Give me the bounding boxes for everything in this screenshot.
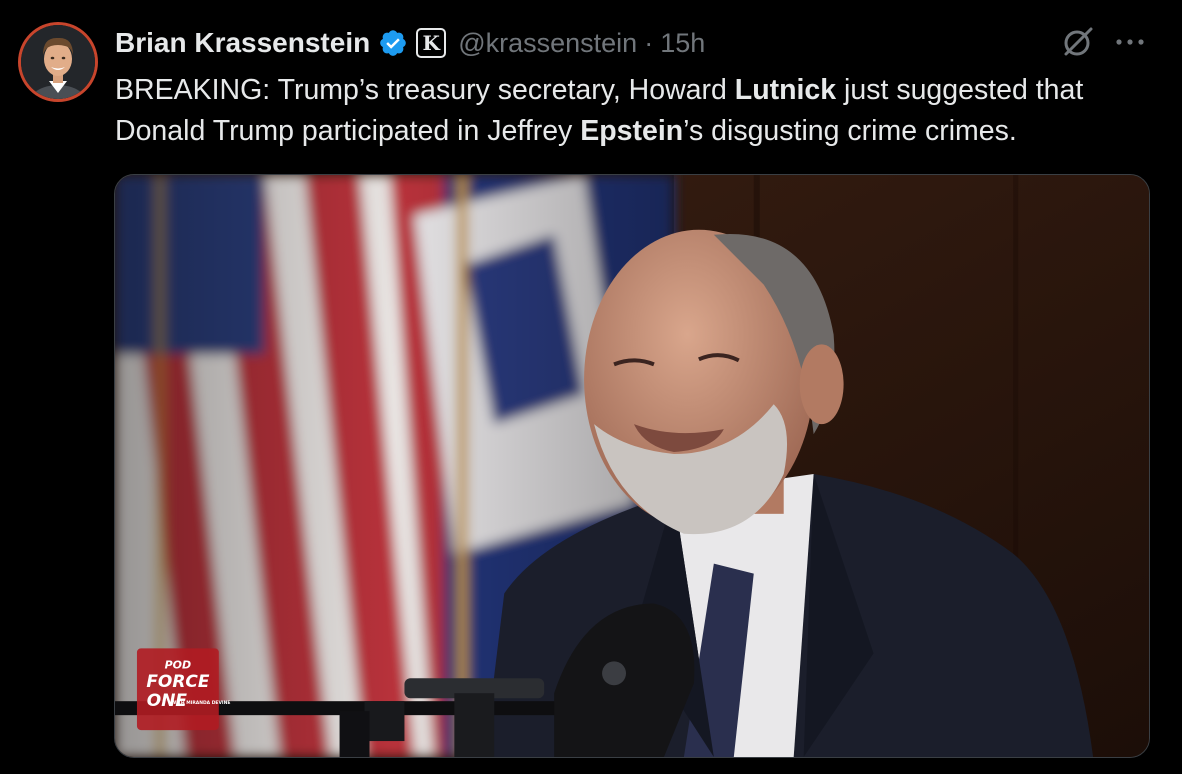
tweet[interactable]: Brian Krassenstein K @krassenstein · 15h…	[0, 0, 1182, 774]
more-options-icon[interactable]	[1112, 26, 1148, 58]
tweet-text-part: ’s disgusting crime crimes.	[683, 115, 1017, 147]
avatar-image	[21, 25, 95, 99]
tweet-text-part-bold[interactable]: Epstein	[580, 115, 683, 147]
watermark-line3: ONE	[147, 690, 188, 710]
video-player[interactable]: POD FORCE ONE WITH MIRANDA DEVINE	[114, 174, 1150, 758]
watermark-line1: POD	[165, 658, 191, 671]
tweet-text-part-bold[interactable]: Lutnick	[735, 74, 836, 106]
grok-icon[interactable]	[1060, 24, 1096, 60]
affiliate-badge-icon[interactable]: K	[416, 28, 447, 58]
timestamp[interactable]: 15h	[660, 28, 705, 59]
watermark-small: WITH MIRANDA DEVINE	[171, 700, 230, 706]
handle[interactable]: @krassenstein	[458, 28, 637, 59]
avatar[interactable]	[18, 22, 98, 102]
separator-dot: ·	[644, 27, 654, 58]
tweet-text: BREAKING: Trump’s treasury secretary, Ho…	[115, 70, 1165, 152]
video-frame: POD FORCE ONE WITH MIRANDA DEVINE	[115, 175, 1149, 757]
verified-badge-icon[interactable]	[378, 28, 408, 58]
tweet-header: Brian Krassenstein K @krassenstein · 15h	[115, 22, 705, 64]
display-name[interactable]: Brian Krassenstein	[115, 27, 370, 59]
tweet-text-part: BREAKING: Trump’s treasury secretary, Ho…	[115, 74, 735, 106]
watermark-line2: FORCE	[146, 671, 209, 691]
